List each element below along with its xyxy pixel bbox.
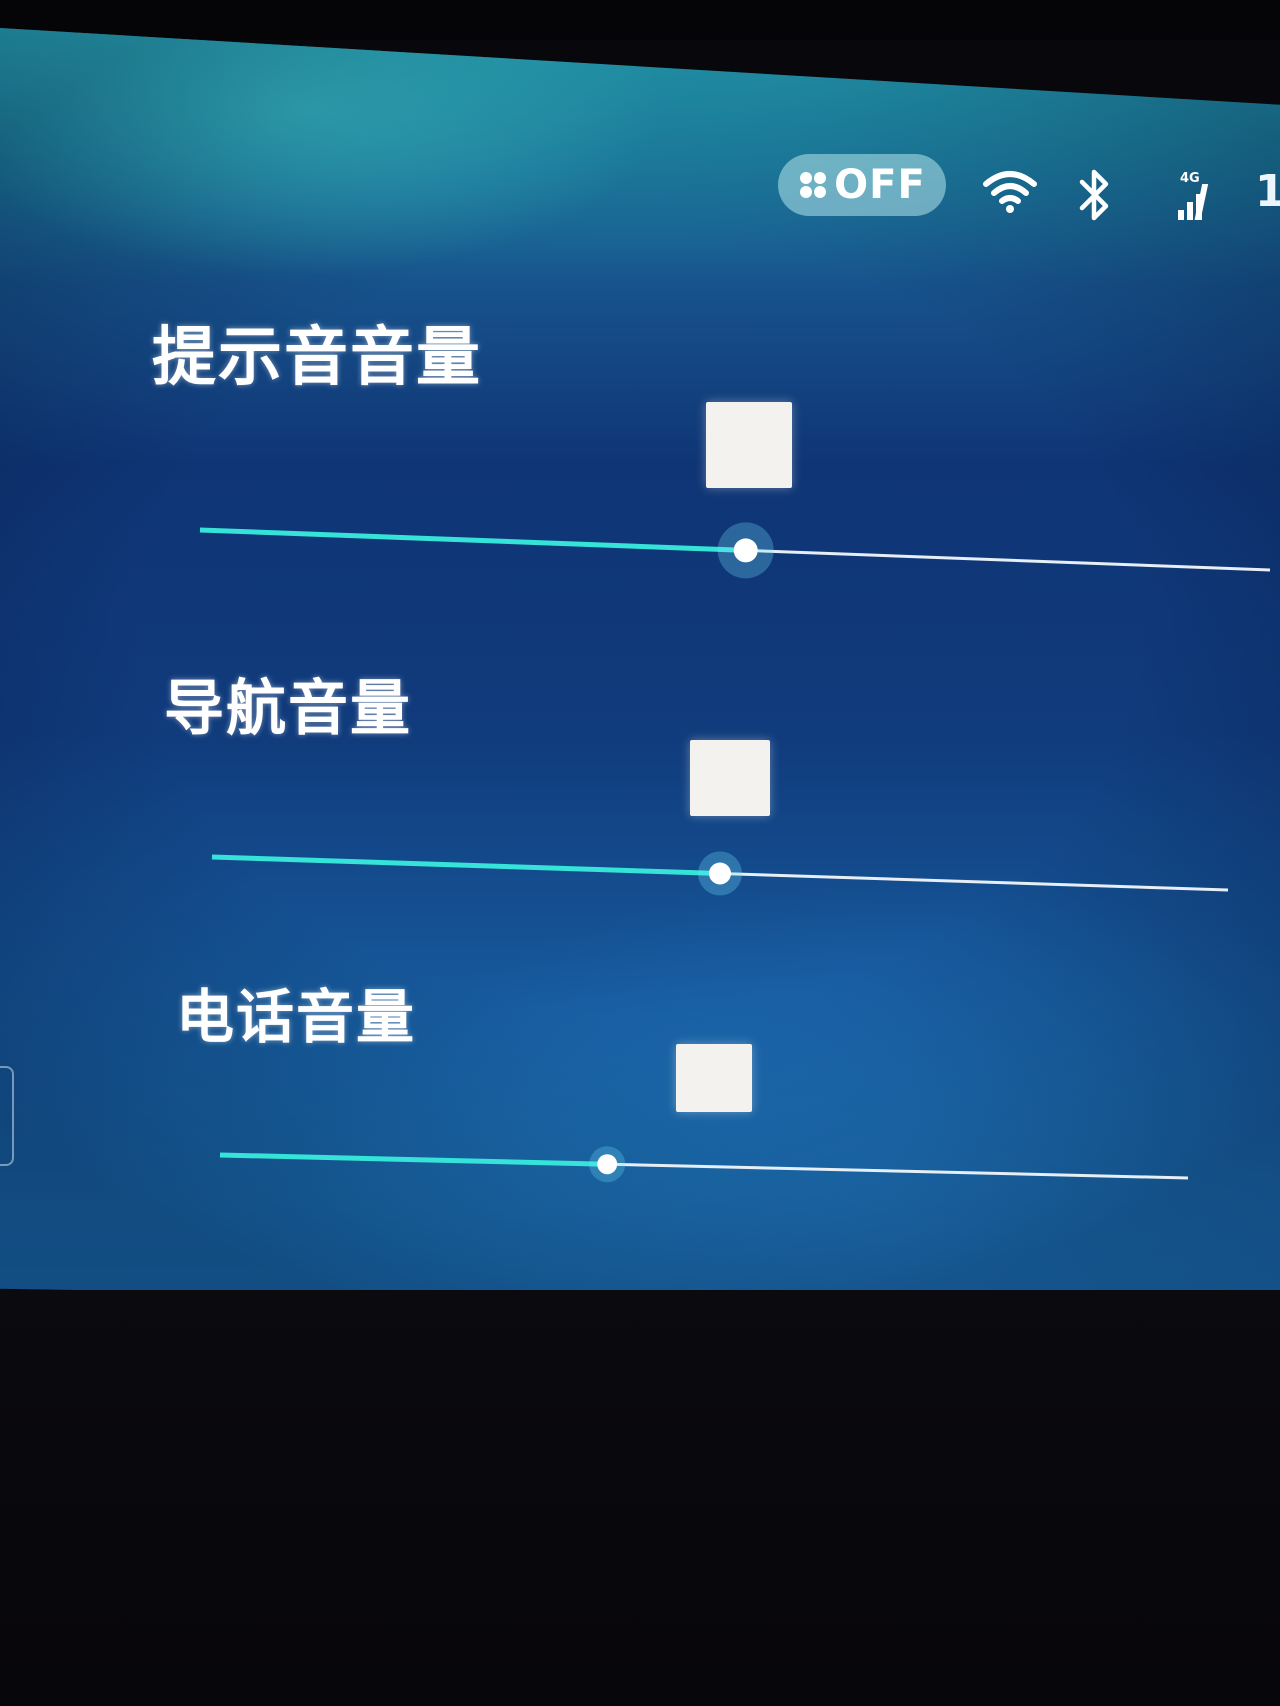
- bezel-bottom: [0, 1290, 1280, 1706]
- side-handle[interactable]: [0, 1066, 14, 1166]
- device-frame: OFF 4G 1 提示音音量 导航音量 电话音量: [0, 0, 1280, 1706]
- slider-knob[interactable]: [597, 1154, 618, 1175]
- slider-fill: [219, 1152, 608, 1167]
